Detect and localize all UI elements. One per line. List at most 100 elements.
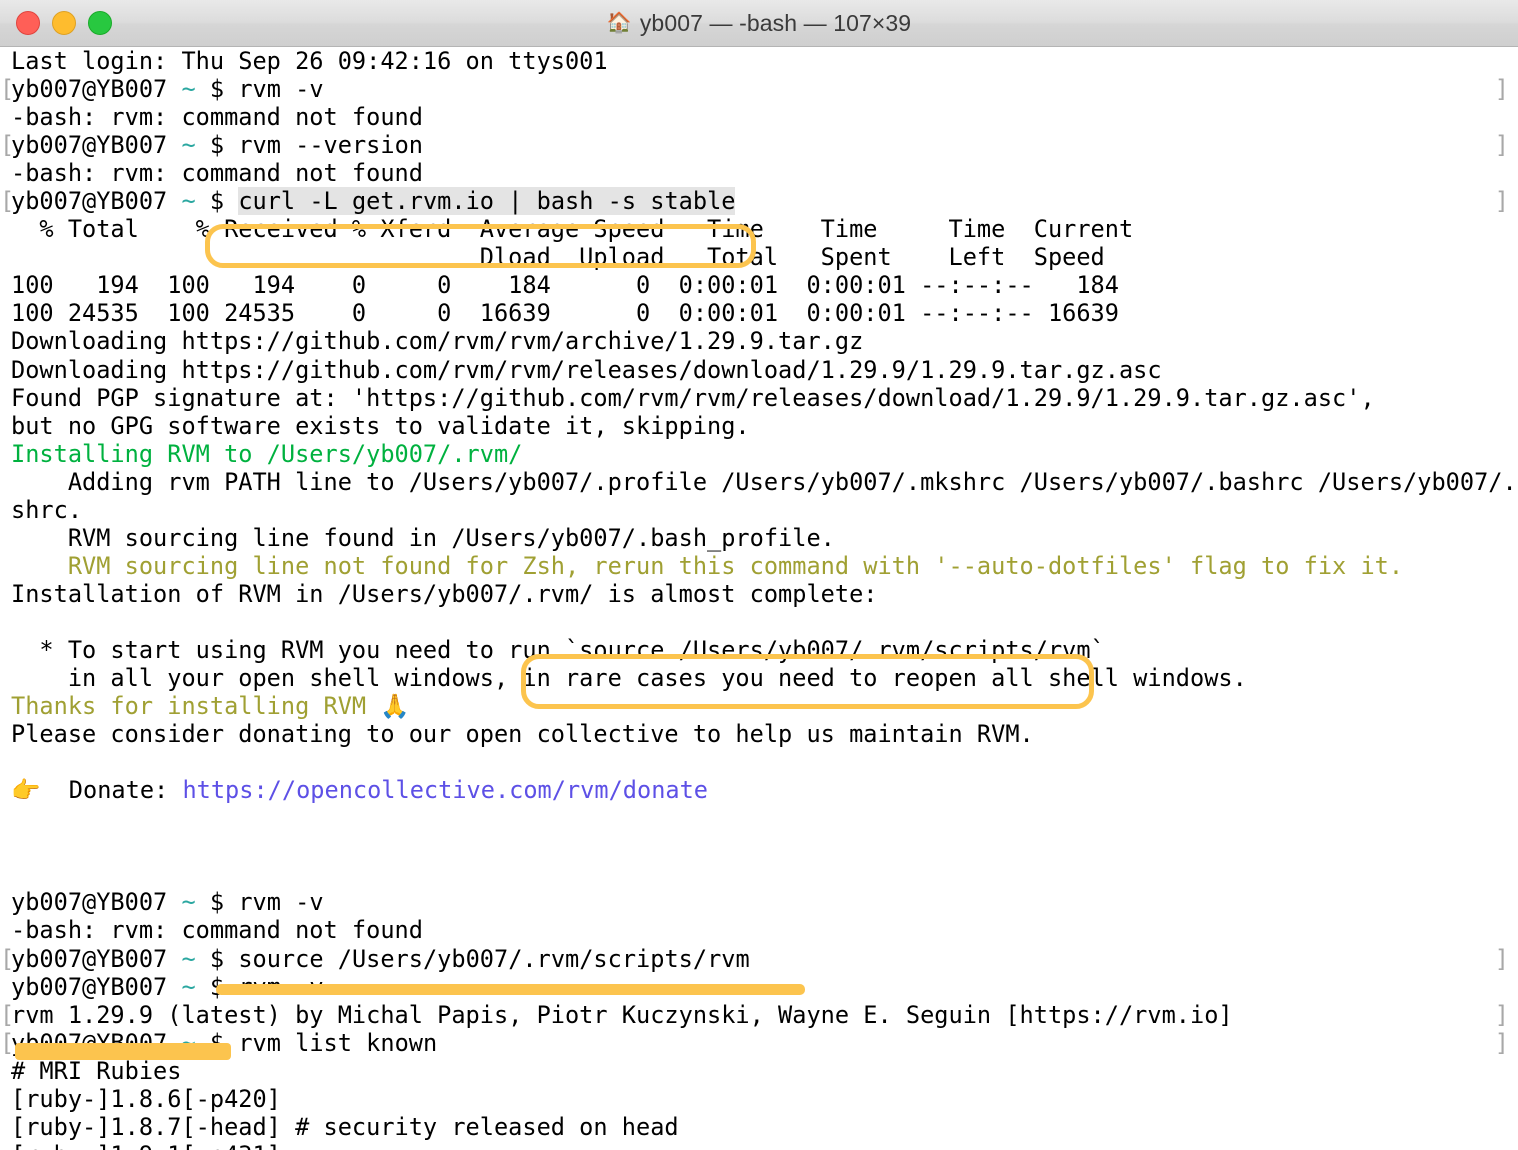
- window-title: 🏠 yb007 — -bash — 107×39: [607, 10, 911, 37]
- prompt-mark-left: [: [0, 1028, 15, 1057]
- prompt-tilde: ~: [181, 888, 196, 917]
- terminal-line: Installing RVM to /Users/yb007/.rvm/: [0, 440, 1518, 468]
- terminal-line: Installation of RVM in /Users/yb007/.rvm…: [0, 580, 1518, 608]
- prompt-tilde: ~: [181, 187, 196, 216]
- terminal-line: -bash: rvm: command not found: [0, 916, 1518, 944]
- terminal-line: Last login: Thu Sep 26 09:42:16 on ttys0…: [0, 47, 1518, 75]
- terminal-text: Adding rvm PATH line to /Users/yb007/.pr…: [11, 467, 1518, 496]
- close-button[interactable]: [16, 11, 40, 35]
- terminal-line: Dload Upload Total Spent Left Speed: [0, 243, 1518, 271]
- terminal-command: rvm --version: [238, 131, 423, 160]
- minimize-button[interactable]: [52, 11, 76, 35]
- terminal-command: rvm -v: [238, 972, 324, 1001]
- terminal-text: Downloading https://github.com/rvm/rvm/r…: [11, 355, 1162, 384]
- terminal-text: % Total % Received % Xferd Average Speed…: [11, 215, 1134, 244]
- prompt-mark-left: [: [0, 75, 15, 104]
- prompt-mark-right: ]: [1494, 944, 1509, 973]
- prompt-mark-left: [: [0, 187, 15, 216]
- terminal-line: [yb007@YB007 ~ $ curl -L get.rvm.io | ba…: [0, 187, 1518, 216]
- prompt-user-host: yb007@YB007: [11, 944, 182, 973]
- prompt-dollar: $: [195, 944, 239, 973]
- prompt-user-host: yb007@YB007: [11, 1028, 182, 1057]
- terminal-command: rvm -v: [238, 75, 324, 104]
- terminal-command: rvm list known: [238, 1028, 438, 1057]
- prompt-user-host: yb007@YB007: [11, 888, 182, 917]
- terminal-line: 100 194 100 194 0 0 184 0 0:00:01 0:00:0…: [0, 271, 1518, 299]
- terminal-line: Adding rvm PATH line to /Users/yb007/.pr…: [0, 468, 1518, 496]
- terminal-text: 100 24535 100 24535 0 0 16639 0 0:00:01 …: [11, 299, 1119, 328]
- terminal-lines: Last login: Thu Sep 26 09:42:16 on ttys0…: [0, 47, 1518, 1150]
- terminal-line: -bash: rvm: command not found: [0, 103, 1518, 131]
- prompt-mark-left: [: [0, 131, 15, 160]
- prompt-tilde: ~: [181, 972, 196, 1001]
- terminal-text: -bash: rvm: command not found: [11, 103, 423, 132]
- donate-url-link[interactable]: https://opencollective.com/rvm/donate: [182, 776, 708, 804]
- prompt-tilde: ~: [181, 1028, 196, 1057]
- terminal-line: * To start using RVM you need to run `so…: [0, 636, 1518, 664]
- window-title-text: yb007 — -bash — 107×39: [639, 9, 912, 36]
- terminal-text: Dload Upload Total Spent Left Speed: [11, 243, 1105, 272]
- terminal-text: [ruby-]1.9.1[-p431]: [11, 1141, 281, 1150]
- zsh-warning-text: RVM sourcing line not found for Zsh, rer…: [11, 551, 1404, 580]
- terminal-line: [rvm 1.29.9 (latest) by Michal Papis, Pi…: [0, 1001, 1518, 1029]
- prompt-dollar: $: [195, 1028, 239, 1057]
- prompt-mark-right: ]: [1494, 187, 1509, 216]
- terminal-text: RVM sourcing line found in /Users/yb007/…: [11, 523, 835, 552]
- terminal-line: in all your open shell windows, in rare …: [0, 664, 1518, 692]
- terminal-text: in all your open shell windows, in rare …: [11, 664, 1247, 693]
- prompt-mark-right: ]: [1494, 1028, 1509, 1057]
- install-path-text: Installing RVM to /Users/yb007/.rvm/: [11, 439, 523, 468]
- terminal-line: [yb007@YB007 ~ $ rvm --version]: [0, 131, 1518, 159]
- prompt-mark-right: ]: [1494, 1000, 1509, 1029]
- terminal-output-area[interactable]: Last login: Thu Sep 26 09:42:16 on ttys0…: [0, 47, 1518, 1150]
- terminal-text: -bash: rvm: command not found: [11, 159, 423, 188]
- thanks-text: Thanks for installing RVM: [11, 692, 381, 721]
- terminal-line: RVM sourcing line not found for Zsh, rer…: [0, 552, 1518, 580]
- home-icon: 🏠: [606, 12, 632, 34]
- prompt-user-host: yb007@YB007: [11, 131, 182, 160]
- terminal-text: -bash: rvm: command not found: [11, 916, 423, 945]
- terminal-line: Downloading https://github.com/rvm/rvm/a…: [0, 327, 1518, 355]
- terminal-text: Downloading https://github.com/rvm/rvm/a…: [11, 327, 864, 356]
- terminal-window: 🏠 yb007 — -bash — 107×39 Last login: Thu…: [0, 0, 1518, 1150]
- terminal-line: Thanks for installing RVM 🙏: [0, 692, 1518, 720]
- terminal-line: yb007@YB007 ~ $ rvm -v: [0, 973, 1518, 1001]
- terminal-line: but no GPG software exists to validate i…: [0, 412, 1518, 440]
- terminal-text: Installation of RVM in /Users/yb007/.rvm…: [11, 579, 878, 608]
- prompt-mark-right: ]: [1494, 131, 1509, 160]
- prompt-tilde: ~: [181, 944, 196, 973]
- terminal-text: shrc.: [11, 495, 83, 524]
- terminal-line: Found PGP signature at: 'https://github.…: [0, 384, 1518, 412]
- prompt-dollar: $: [195, 131, 239, 160]
- terminal-line: RVM sourcing line found in /Users/yb007/…: [0, 524, 1518, 552]
- pray-icon: 🙏: [380, 692, 410, 721]
- terminal-line: [yb007@YB007 ~ $ rvm -v]: [0, 75, 1518, 103]
- prompt-user-host: yb007@YB007: [11, 75, 182, 104]
- maximize-button[interactable]: [88, 11, 112, 35]
- terminal-line: [ruby-]1.8.6[-p420]: [0, 1085, 1518, 1113]
- terminal-command: curl -L get.rvm.io | bash -s stable: [238, 187, 736, 216]
- terminal-line: -bash: rvm: command not found: [0, 159, 1518, 187]
- prompt-user-host: yb007@YB007: [11, 187, 182, 216]
- terminal-command: rvm -v: [238, 888, 324, 917]
- window-controls: [16, 0, 112, 46]
- terminal-line: yb007@YB007 ~ $ rvm -v: [0, 888, 1518, 916]
- prompt-user-host: yb007@YB007: [11, 972, 182, 1001]
- terminal-line: [yb007@YB007 ~ $ source /Users/yb007/.rv…: [0, 945, 1518, 973]
- terminal-line: shrc.: [0, 496, 1518, 524]
- terminal-text: Please consider donating to our open col…: [11, 720, 1034, 749]
- prompt-mark-right: ]: [1494, 75, 1509, 104]
- terminal-text: 100 194 100 194 0 0 184 0 0:00:01 0:00:0…: [11, 271, 1119, 300]
- window-title-bar: 🏠 yb007 — -bash — 107×39: [0, 0, 1518, 47]
- terminal-line: Please consider donating to our open col…: [0, 720, 1518, 748]
- prompt-tilde: ~: [181, 75, 196, 104]
- terminal-text: but no GPG software exists to validate i…: [11, 411, 750, 440]
- prompt-dollar: $: [195, 888, 239, 917]
- terminal-text: # MRI Rubies: [11, 1056, 182, 1085]
- terminal-text: [ruby-]1.8.7[-head] # security released …: [11, 1112, 679, 1141]
- terminal-text: Found PGP signature at: 'https://github.…: [11, 383, 1375, 412]
